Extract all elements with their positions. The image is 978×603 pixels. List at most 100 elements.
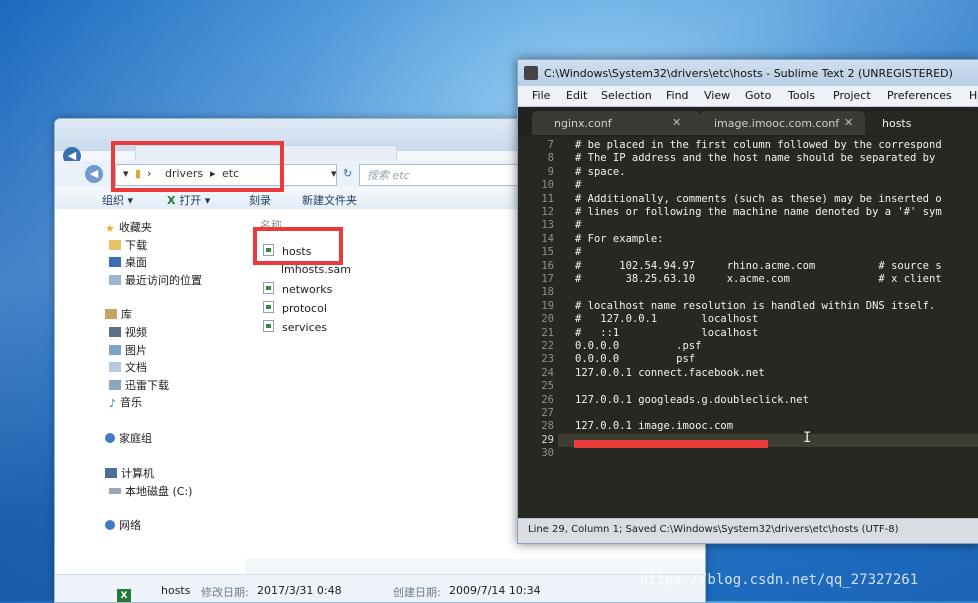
burn-button[interactable]: 刻录 bbox=[249, 192, 271, 208]
nav-favorites[interactable]: ★ 收藏夹 bbox=[105, 219, 152, 235]
details-filename: hosts bbox=[161, 584, 191, 597]
code-line: # bbox=[575, 219, 582, 232]
document-library-icon bbox=[109, 362, 121, 372]
code-line: # 38.25.63.10 x.acme.com # x client bbox=[575, 273, 942, 285]
code-line: # The IP address and the host name shoul… bbox=[575, 152, 936, 165]
code-line: # localhost name resolution is handled w… bbox=[575, 299, 936, 312]
search-placeholder: 搜索 etc bbox=[367, 169, 410, 182]
line-number: 21 bbox=[541, 326, 554, 339]
details-modified-value: 2017/3/31 0:48 bbox=[257, 584, 342, 597]
line-number: 12 bbox=[541, 206, 554, 218]
annotation-box-address bbox=[111, 141, 284, 192]
nav-desktop-label: 桌面 bbox=[125, 256, 147, 269]
code-line: # bbox=[575, 246, 582, 259]
nav-favorites-label: 收藏夹 bbox=[118, 221, 152, 234]
tab-nginx-conf-label: nginx.conf bbox=[554, 117, 612, 130]
menu-project[interactable]: Project bbox=[833, 89, 871, 102]
nav-videos-label: 视频 bbox=[125, 326, 147, 339]
nav-homegroup[interactable]: 家庭组 bbox=[105, 430, 152, 446]
nav-videos[interactable]: 视频 bbox=[109, 324, 147, 340]
back-button[interactable]: ◀ bbox=[85, 165, 103, 183]
code-line: # 102.54.94.97 rhino.acme.com # source s bbox=[575, 259, 942, 272]
line-number: 29 bbox=[541, 433, 554, 446]
menu-edit[interactable]: Edit bbox=[566, 89, 587, 102]
open-button-label: 打开 ▾ bbox=[179, 194, 211, 207]
menu-tools[interactable]: Tools bbox=[788, 89, 815, 102]
address-dropdown-icon[interactable]: ▾ bbox=[331, 167, 337, 180]
sublime-window: C:\Windows\System32\drivers\etc\hosts - … bbox=[517, 59, 978, 544]
nav-thunder-downloads-label: 迅雷下载 bbox=[125, 379, 169, 392]
nav-recent[interactable]: 最近访问的位置 bbox=[109, 272, 202, 288]
close-icon[interactable]: ✕ bbox=[844, 116, 853, 129]
watermark: https://blog.csdn.net/qq_27327261 bbox=[640, 572, 919, 588]
open-button[interactable]: X 打开 ▾ bbox=[167, 192, 210, 208]
nav-thunder-downloads[interactable]: 迅雷下载 bbox=[109, 377, 169, 393]
details-pane bbox=[55, 574, 705, 602]
code-line: # bbox=[575, 179, 582, 192]
code-line: # For example: bbox=[575, 232, 664, 245]
nav-pictures[interactable]: 图片 bbox=[109, 342, 147, 358]
line-number: 24 bbox=[541, 366, 554, 379]
nav-desktop[interactable]: 桌面 bbox=[109, 254, 147, 270]
picture-library-icon bbox=[109, 345, 121, 355]
nav-music[interactable]: ♪ 音乐 bbox=[109, 394, 142, 410]
star-icon: ★ bbox=[105, 222, 115, 235]
line-number: 23 bbox=[541, 353, 554, 366]
excel-icon: X bbox=[167, 194, 180, 207]
menu-goto[interactable]: Goto bbox=[745, 89, 771, 102]
line-number: 17 bbox=[541, 273, 554, 285]
nav-libraries[interactable]: 库 bbox=[105, 306, 132, 322]
video-library-icon bbox=[109, 327, 121, 337]
line-number: 9 bbox=[547, 165, 554, 178]
nav-computer[interactable]: 计算机 bbox=[105, 465, 154, 481]
line-number: 10 bbox=[541, 179, 554, 192]
new-folder-button[interactable]: 新建文件夹 bbox=[302, 192, 357, 208]
nav-documents-label: 文档 bbox=[125, 361, 147, 374]
menu-find[interactable]: Find bbox=[666, 89, 689, 102]
menu-help[interactable]: H bbox=[969, 89, 977, 102]
music-icon: ♪ bbox=[109, 397, 117, 410]
file-name: networks bbox=[282, 283, 333, 296]
menu-selection[interactable]: Selection bbox=[601, 89, 652, 102]
line-number: 26 bbox=[541, 393, 554, 406]
file-protocol[interactable]: protocol bbox=[263, 301, 327, 315]
menu-view[interactable]: View bbox=[704, 89, 730, 102]
line-number: 13 bbox=[541, 219, 554, 232]
nav-downloads[interactable]: 下载 bbox=[109, 237, 147, 253]
code-line: 127.0.0.1 googleads.g.doubleclick.net bbox=[575, 393, 809, 406]
line-number: 7 bbox=[547, 139, 554, 151]
file-name: protocol bbox=[282, 302, 327, 315]
nav-music-label: 音乐 bbox=[120, 396, 143, 409]
nav-documents[interactable]: 文档 bbox=[109, 359, 147, 375]
library-icon bbox=[105, 309, 117, 319]
file-icon bbox=[263, 301, 274, 313]
line-number: 14 bbox=[541, 232, 554, 245]
line-number: 22 bbox=[541, 340, 554, 352]
close-icon[interactable]: ✕ bbox=[672, 116, 681, 129]
nav-computer-label: 计算机 bbox=[121, 467, 154, 480]
file-name: services bbox=[282, 321, 328, 334]
file-networks[interactable]: networks bbox=[263, 282, 332, 296]
organize-button[interactable]: 组织 ▾ bbox=[102, 192, 133, 208]
tab-hosts-label: hosts bbox=[882, 117, 912, 130]
status-text: Line 29, Column 1; Saved C:\Windows\Syst… bbox=[528, 524, 899, 535]
code-line: 127.0.0.1 connect.facebook.net bbox=[575, 366, 765, 379]
refresh-icon[interactable]: ↻ bbox=[343, 167, 352, 180]
nav-libraries-label: 库 bbox=[121, 308, 132, 321]
file-services[interactable]: services bbox=[263, 320, 327, 334]
line-number: 27 bbox=[541, 407, 554, 419]
line-number: 16 bbox=[541, 259, 554, 272]
nav-homegroup-label: 家庭组 bbox=[119, 432, 152, 445]
line-number: 28 bbox=[541, 420, 554, 433]
code-line: # ::1 localhost bbox=[575, 326, 759, 339]
sublime-app-icon bbox=[524, 66, 538, 80]
nav-network[interactable]: 网络 bbox=[105, 517, 141, 533]
download-library-icon bbox=[109, 380, 121, 390]
homegroup-icon bbox=[105, 433, 115, 443]
navigation-pane bbox=[55, 209, 245, 602]
nav-local-disk[interactable]: 本地磁盘 (C:) bbox=[109, 483, 192, 499]
annotation-underline bbox=[574, 440, 768, 448]
menu-file[interactable]: File bbox=[532, 89, 550, 102]
line-number: 18 bbox=[541, 286, 554, 299]
menu-preferences[interactable]: Preferences bbox=[887, 89, 952, 102]
